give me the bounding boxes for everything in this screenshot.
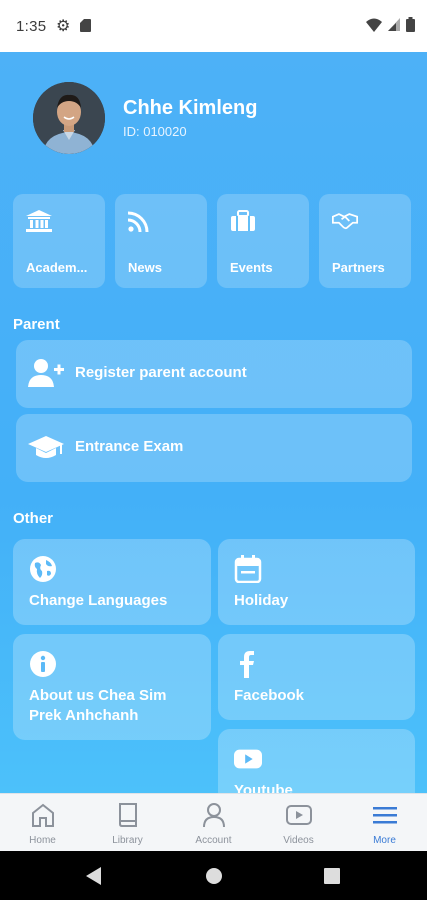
facebook-label: Facebook — [234, 687, 305, 704]
tile-label: Academ... — [26, 260, 88, 275]
home-icon — [32, 803, 54, 827]
nav-label: Account — [195, 835, 232, 846]
phone-screen: { "status_bar": {"time": "1:35"}, "profi… — [0, 0, 427, 900]
play-icon — [286, 805, 312, 825]
change-languages-label: Change Languages — [29, 592, 168, 609]
facebook-button[interactable]: Facebook — [218, 634, 415, 720]
nav-home[interactable]: Home — [0, 794, 85, 852]
holiday-label: Holiday — [234, 592, 289, 609]
settings-gear-icon: ⚙ — [56, 18, 71, 35]
tile-events[interactable]: Events — [217, 194, 309, 288]
graduation-cap-icon — [28, 436, 64, 458]
calendar-icon — [234, 555, 262, 583]
rss-icon — [128, 211, 149, 232]
nav-videos[interactable]: Videos — [256, 794, 341, 852]
profile-id: ID: 010020 — [123, 124, 187, 139]
nav-label: Home — [29, 835, 56, 846]
cell-signal-icon — [388, 18, 400, 31]
status-time: 1:35 — [16, 18, 47, 35]
handshake-icon — [332, 213, 358, 230]
entrance-exam-button[interactable]: Entrance Exam — [16, 414, 412, 482]
register-parent-label: Register parent account — [75, 364, 247, 381]
holiday-button[interactable]: Holiday — [218, 539, 415, 625]
nav-library[interactable]: Library — [85, 794, 170, 852]
user-plus-icon — [28, 359, 64, 387]
avatar[interactable] — [33, 82, 105, 154]
parent-section-title: Parent — [13, 316, 60, 333]
menu-icon — [373, 807, 397, 824]
sd-card-icon — [80, 19, 91, 32]
tile-news[interactable]: News — [115, 194, 207, 288]
book-icon — [119, 803, 137, 827]
profile-name: Chhe Kimleng — [123, 97, 258, 119]
tile-label: Partners — [332, 260, 385, 275]
change-languages-button[interactable]: Change Languages — [13, 539, 211, 625]
wifi-icon — [366, 18, 382, 32]
tile-academic[interactable]: Academ... — [13, 194, 105, 288]
nav-label: Library — [112, 835, 143, 846]
tile-label: News — [128, 260, 162, 275]
nav-label: Videos — [283, 835, 314, 846]
other-section-title: Other — [13, 510, 54, 527]
home-circle-icon[interactable] — [205, 867, 223, 885]
register-parent-account-button[interactable]: Register parent account — [16, 340, 412, 408]
tile-partners[interactable]: Partners — [319, 194, 411, 288]
battery-icon — [406, 17, 415, 32]
globe-icon — [30, 556, 56, 582]
entrance-exam-label: Entrance Exam — [75, 438, 184, 455]
system-navigation-bar — [0, 851, 427, 900]
about-us-label: About us Chea Sim Prek Anhchanh — [29, 687, 167, 724]
user-icon — [203, 803, 225, 828]
status-bar: 1:35 ⚙ — [0, 0, 427, 52]
nav-more[interactable]: More — [342, 794, 427, 852]
bank-icon — [26, 210, 52, 232]
facebook-icon — [240, 651, 254, 678]
nav-account[interactable]: Account — [171, 794, 256, 852]
info-icon — [30, 651, 56, 677]
main-content[interactable]: Chhe Kimleng ID: 010020 Academ... News E… — [0, 52, 427, 793]
nav-label: More — [373, 835, 396, 846]
recents-icon[interactable] — [324, 868, 340, 884]
tile-label: Events — [230, 260, 273, 275]
back-icon[interactable] — [86, 867, 102, 885]
about-us-button[interactable]: About us Chea Sim Prek Anhchanh — [13, 634, 211, 740]
youtube-button[interactable]: Youtube — [218, 729, 415, 793]
briefcase-icon — [231, 210, 255, 231]
bottom-navigation: Home Library Account Videos More — [0, 793, 427, 851]
youtube-label: Youtube — [234, 782, 293, 793]
youtube-icon — [234, 749, 262, 769]
